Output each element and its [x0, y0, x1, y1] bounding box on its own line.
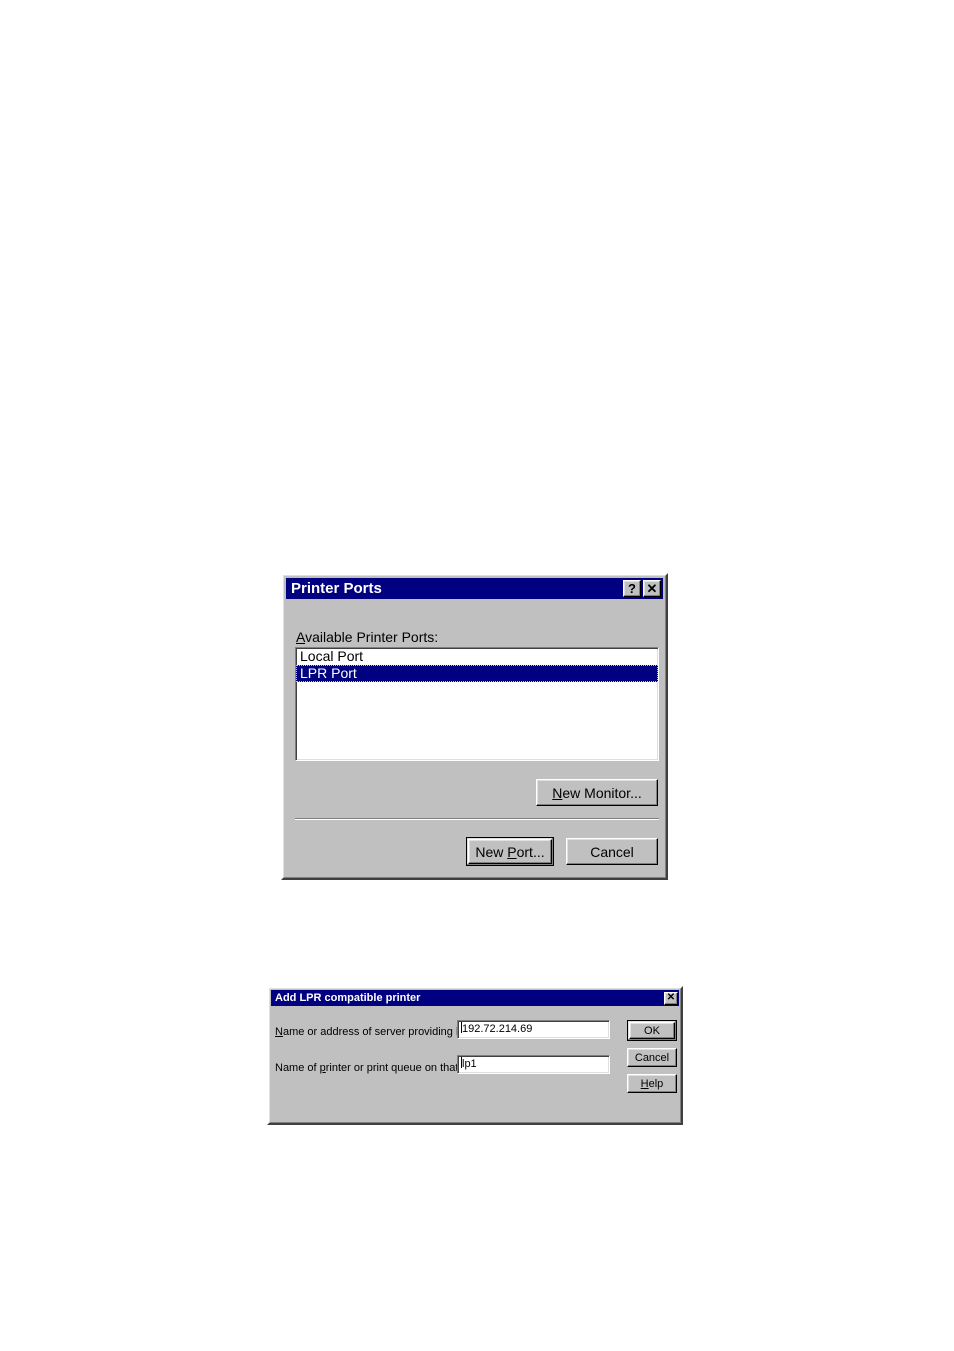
printer-queue-value: lp1 — [458, 1056, 609, 1073]
available-printer-ports-listbox[interactable]: Local Port LPR Port — [295, 647, 659, 761]
cancel-button[interactable]: Cancel — [627, 1048, 677, 1067]
printer-ports-title: Printer Ports — [291, 580, 382, 597]
add-lpr-printer-dialog: Add LPR compatible printer ✕ Name or add… — [267, 986, 683, 1125]
cancel-button[interactable]: Cancel — [566, 838, 658, 865]
printer-queue-text: lp1 — [462, 1058, 477, 1070]
page-root: { "theme": { "titlebar_active": "#000080… — [0, 0, 954, 1351]
printer-ports-titlebar-buttons: ? ✕ — [621, 580, 661, 597]
help-button[interactable]: Help — [627, 1074, 677, 1093]
server-address-value: 192.72.214.69 — [458, 1021, 609, 1038]
close-icon[interactable]: ✕ — [664, 991, 678, 1005]
printer-ports-dialog: Printer Ports ? ✕ Available Printer Port… — [281, 573, 668, 880]
separator — [295, 818, 659, 820]
printer-queue-input[interactable]: lp1 — [457, 1055, 610, 1074]
server-address-label: Name or address of server providing lpd: — [275, 1026, 474, 1038]
printer-ports-titlebar[interactable]: Printer Ports ? ✕ — [286, 578, 663, 599]
available-printer-ports-label: Available Printer Ports: — [296, 629, 439, 645]
close-icon[interactable]: ✕ — [643, 580, 661, 597]
add-lpr-titlebar-buttons: ✕ — [663, 991, 678, 1005]
ok-button[interactable]: OK — [627, 1020, 677, 1041]
new-monitor-button[interactable]: New Monitor... — [536, 779, 658, 806]
list-item[interactable]: LPR Port — [296, 665, 658, 682]
help-icon[interactable]: ? — [623, 580, 641, 597]
new-port-button[interactable]: New Port... — [466, 837, 554, 866]
add-lpr-titlebar[interactable]: Add LPR compatible printer ✕ — [271, 990, 679, 1006]
add-lpr-title: Add LPR compatible printer — [275, 992, 421, 1004]
ok-button-label: OK — [644, 1024, 660, 1037]
server-address-text: 192.72.214.69 — [462, 1023, 533, 1035]
server-address-input[interactable]: 192.72.214.69 — [457, 1020, 610, 1039]
list-item[interactable]: Local Port — [296, 648, 658, 665]
